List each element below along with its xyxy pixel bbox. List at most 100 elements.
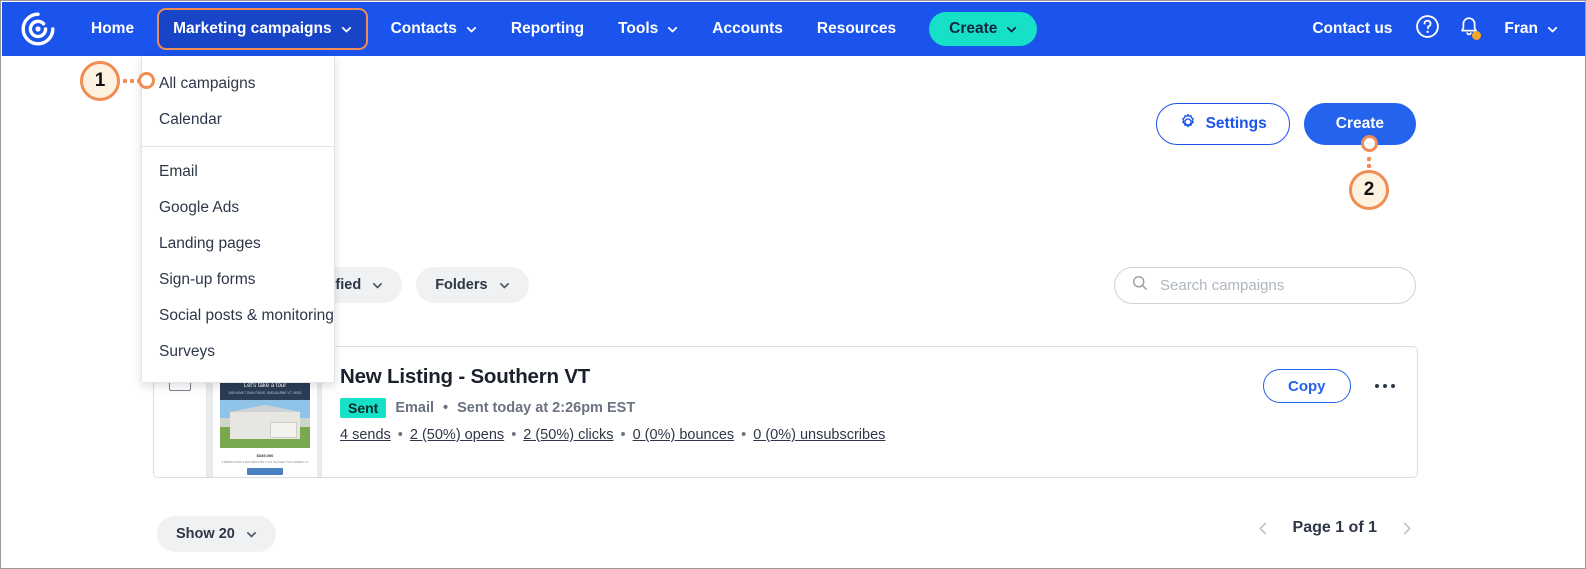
nav-item-label: Marketing campaigns bbox=[173, 20, 332, 37]
dot bbox=[1382, 383, 1387, 389]
chevron-down-icon bbox=[341, 24, 352, 35]
campaign-sent-info: Sent today at 2:26pm EST bbox=[457, 400, 636, 416]
dot bbox=[123, 79, 127, 83]
copy-label: Copy bbox=[1288, 377, 1326, 395]
stat-separator: • bbox=[741, 427, 747, 443]
nav-item-marketing-campaigns[interactable]: Marketing campaigns bbox=[157, 8, 368, 50]
user-name-label: Fran bbox=[1504, 20, 1538, 37]
callout-2-anchor-ring bbox=[1361, 135, 1378, 152]
dot bbox=[1374, 383, 1379, 389]
show-count-selector[interactable]: Show 20 bbox=[157, 516, 276, 552]
stat-clicks[interactable]: 2 (50%) clicks bbox=[523, 427, 613, 443]
thumbnail-cta-button bbox=[247, 468, 283, 475]
house-garage-shape bbox=[270, 422, 298, 439]
nav-item-contact-us[interactable]: Contact us bbox=[1298, 2, 1406, 56]
meta-separator: • bbox=[443, 400, 449, 416]
nav-create-label: Create bbox=[949, 20, 998, 37]
dot bbox=[130, 79, 134, 83]
create-label: Create bbox=[1335, 115, 1384, 132]
dropdown-item-sign-up-forms[interactable]: Sign-up forms bbox=[142, 262, 334, 298]
campaign-row: Green Acres Let's take a tour 265 HOME T… bbox=[153, 346, 1418, 478]
nav-item-label: Tools bbox=[618, 20, 659, 37]
thumbnail-price: $349,000 bbox=[256, 453, 274, 458]
campaign-stats-row: 4 sends • 2 (50%) opens • 2 (50%) clicks… bbox=[340, 427, 1417, 443]
chevron-down-icon bbox=[667, 24, 678, 35]
nav-item-resources[interactable]: Resources bbox=[800, 2, 913, 56]
dot bbox=[1367, 164, 1371, 168]
dot bbox=[1390, 383, 1395, 389]
nav-item-tools[interactable]: Tools bbox=[601, 2, 695, 56]
marketing-campaigns-dropdown: All campaigns Calendar Email Google Ads … bbox=[141, 56, 335, 383]
nav-item-label: Accounts bbox=[712, 20, 783, 37]
house-roof-shape bbox=[227, 404, 303, 413]
settings-button[interactable]: Settings bbox=[1155, 103, 1290, 145]
dropdown-divider bbox=[142, 146, 334, 147]
create-button[interactable]: Create bbox=[1303, 103, 1416, 145]
contact-us-label: Contact us bbox=[1312, 20, 1393, 37]
more-options-icon[interactable] bbox=[1371, 376, 1400, 397]
gear-icon bbox=[1179, 113, 1197, 136]
dropdown-item-email[interactable]: Email bbox=[142, 154, 334, 190]
chevron-down-icon bbox=[372, 280, 383, 291]
pagination-controls: Page 1 of 1 bbox=[1256, 519, 1414, 537]
stat-unsubscribes[interactable]: 0 (0%) unsubscribes bbox=[753, 427, 885, 443]
dropdown-item-social-posts-monitoring[interactable]: Social posts & monitoring bbox=[142, 298, 334, 334]
chevron-right-icon[interactable] bbox=[1399, 521, 1414, 536]
stat-separator: • bbox=[397, 427, 403, 443]
show-count-label: Show 20 bbox=[176, 526, 235, 542]
thumbnail-house-photo bbox=[220, 400, 310, 448]
nav-item-label: Contacts bbox=[390, 20, 457, 37]
chevron-down-icon bbox=[1006, 24, 1017, 35]
nav-item-label: Resources bbox=[816, 20, 897, 37]
settings-label: Settings bbox=[1205, 115, 1267, 132]
nav-item-reporting[interactable]: Reporting bbox=[494, 2, 601, 56]
constant-contact-logo[interactable] bbox=[20, 11, 56, 47]
thumbnail-address: 4 BEDROOMS 3 BATHROOMS 2,414 SQ FEET SOU… bbox=[221, 460, 309, 464]
stat-bounces[interactable]: 0 (0%) bounces bbox=[633, 427, 735, 443]
filter-chip-label: Folders bbox=[435, 277, 488, 293]
dropdown-item-calendar[interactable]: Calendar bbox=[142, 102, 334, 138]
chevron-down-icon bbox=[466, 24, 477, 35]
nav-right-cluster: Contact us Fran bbox=[1298, 2, 1585, 56]
callout-marker-1: 1 bbox=[80, 61, 120, 101]
chevron-left-icon[interactable] bbox=[1256, 521, 1271, 536]
stat-opens[interactable]: 2 (50%) opens bbox=[410, 427, 504, 443]
nav-item-accounts[interactable]: Accounts bbox=[695, 2, 800, 56]
callout-1-anchor-ring bbox=[138, 72, 155, 89]
search-input[interactable] bbox=[1160, 277, 1399, 294]
filter-chip-folders[interactable]: Folders bbox=[416, 267, 529, 303]
nav-item-home[interactable]: Home bbox=[74, 2, 151, 56]
dot bbox=[1367, 157, 1371, 161]
nav-item-contacts[interactable]: Contacts bbox=[374, 2, 494, 56]
copy-button[interactable]: Copy bbox=[1263, 369, 1351, 403]
notifications-button[interactable] bbox=[1448, 2, 1490, 56]
campaign-meta-row: Sent Email • Sent today at 2:26pm EST bbox=[340, 398, 1417, 418]
callout-marker-2: 2 bbox=[1349, 170, 1389, 210]
thumbnail-headline: Let's take a tour bbox=[243, 383, 287, 389]
nav-item-user-menu[interactable]: Fran bbox=[1490, 2, 1572, 56]
campaign-actions: Copy bbox=[1263, 369, 1399, 403]
nav-item-label: Home bbox=[91, 20, 135, 37]
app-window: Home Marketing campaigns Contacts Report… bbox=[0, 0, 1586, 569]
help-button[interactable] bbox=[1406, 2, 1448, 56]
status-badge: Sent bbox=[340, 398, 387, 418]
primary-nav-links: Home Marketing campaigns Contacts Report… bbox=[74, 2, 1038, 56]
dropdown-item-google-ads[interactable]: Google Ads bbox=[142, 190, 334, 226]
top-navigation-bar: Home Marketing campaigns Contacts Report… bbox=[2, 2, 1585, 56]
search-campaigns-box[interactable] bbox=[1114, 267, 1416, 304]
stat-separator: • bbox=[511, 427, 517, 443]
thumbnail-subline: 265 HOME TOWN DRIVE, SHELBURNE VT, 05201 bbox=[228, 391, 302, 395]
dropdown-item-surveys[interactable]: Surveys bbox=[142, 334, 334, 370]
campaign-type-label: Email bbox=[395, 400, 435, 416]
nav-item-label: Reporting bbox=[510, 20, 585, 37]
dropdown-item-all-campaigns[interactable]: All campaigns bbox=[142, 66, 334, 102]
campaign-title[interactable]: New Listing - Southern VT bbox=[340, 365, 1417, 389]
stat-separator: • bbox=[620, 427, 626, 443]
search-icon bbox=[1131, 274, 1149, 297]
stat-sends[interactable]: 4 sends bbox=[340, 427, 391, 443]
page-indicator: Page 1 of 1 bbox=[1292, 519, 1377, 536]
nav-create-button[interactable]: Create bbox=[929, 12, 1038, 46]
dropdown-item-landing-pages[interactable]: Landing pages bbox=[142, 226, 334, 262]
campaign-details: New Listing - Southern VT Sent Email • S… bbox=[322, 347, 1417, 477]
chevron-down-icon bbox=[1547, 24, 1558, 35]
